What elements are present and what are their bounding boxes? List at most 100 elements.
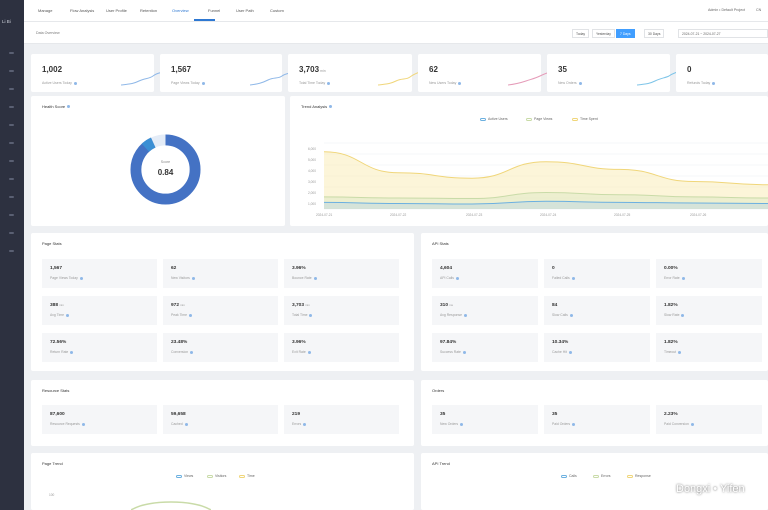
range-yesterday-button[interactable]: Yesterday bbox=[592, 29, 615, 38]
trend-plot bbox=[324, 142, 768, 210]
stat-value: 62 bbox=[171, 266, 177, 271]
kpi-card: 62 New Users Today bbox=[418, 54, 550, 92]
donut-label: Score bbox=[160, 160, 171, 164]
legend-item[interactable]: Calls bbox=[561, 474, 577, 478]
stat-cell: 2.23% Paid Conversion bbox=[656, 405, 762, 434]
language-switch[interactable]: CN bbox=[756, 8, 761, 12]
tab-overview[interactable]: Overview bbox=[172, 8, 189, 13]
info-icon[interactable] bbox=[464, 313, 467, 317]
sidebar-item-icon[interactable] bbox=[9, 232, 14, 234]
info-icon[interactable] bbox=[191, 276, 195, 280]
legend-item[interactable]: Response bbox=[627, 474, 651, 478]
sidebar-item-icon[interactable] bbox=[9, 214, 14, 216]
sidebar-item-icon[interactable] bbox=[9, 52, 14, 54]
tab-profile[interactable]: User Profile bbox=[106, 8, 127, 13]
tab-path[interactable]: User Path bbox=[236, 8, 254, 13]
info-icon[interactable] bbox=[712, 81, 716, 85]
filter-bar: Data Overview Today Yesterday 7 Days 30 … bbox=[24, 22, 768, 44]
range-today-button[interactable]: Today bbox=[572, 29, 590, 38]
info-icon[interactable] bbox=[572, 422, 576, 426]
info-icon[interactable] bbox=[571, 276, 575, 280]
stat-label: Return Rate bbox=[50, 350, 74, 354]
x-tick-label: 2024-07-26 bbox=[690, 213, 707, 217]
sparkline bbox=[378, 71, 420, 86]
info-icon[interactable] bbox=[455, 276, 459, 280]
stat-cell: 84 Slow Calls bbox=[544, 296, 650, 325]
info-icon[interactable] bbox=[578, 81, 582, 85]
range-7days-button[interactable]: 7 Days bbox=[616, 29, 635, 38]
stat-label: Page Views Today bbox=[50, 276, 83, 280]
info-icon[interactable] bbox=[73, 81, 77, 85]
info-icon[interactable] bbox=[303, 422, 307, 426]
info-icon[interactable] bbox=[681, 276, 685, 280]
info-icon[interactable] bbox=[458, 81, 462, 85]
kpi-value: 1,002 bbox=[42, 65, 63, 74]
stat-cell: 388min Avg Time bbox=[42, 296, 157, 325]
legend-item[interactable]: Page Views bbox=[526, 117, 552, 121]
info-icon[interactable] bbox=[462, 350, 466, 354]
info-icon[interactable] bbox=[568, 350, 572, 354]
stat-cell: 62 New Visitors bbox=[163, 259, 278, 288]
sidebar-item-icon[interactable] bbox=[9, 178, 14, 180]
info-icon[interactable] bbox=[569, 313, 573, 317]
legend-marker bbox=[239, 474, 245, 478]
donut-value: 0.84 bbox=[157, 168, 174, 177]
sidebar-item-icon[interactable] bbox=[9, 250, 14, 252]
info-icon[interactable] bbox=[66, 313, 70, 317]
legend-item[interactable]: Time Spent bbox=[572, 117, 598, 121]
sidebar-item-icon[interactable] bbox=[9, 70, 14, 72]
info-icon[interactable] bbox=[690, 422, 694, 426]
sidebar-item-icon[interactable] bbox=[9, 88, 14, 90]
kpi-card: 0 Refunds Today bbox=[676, 54, 768, 92]
info-icon[interactable] bbox=[70, 350, 74, 354]
info-icon[interactable] bbox=[460, 422, 464, 426]
tab-manage[interactable]: Manage bbox=[38, 8, 52, 13]
legend-item[interactable]: Active Users bbox=[480, 117, 508, 121]
legend-marker bbox=[572, 117, 578, 121]
info-icon[interactable] bbox=[327, 81, 331, 85]
sidebar-item-icon[interactable] bbox=[9, 142, 14, 144]
stat-label: Resource Requests bbox=[50, 422, 85, 426]
stat-value: 84 bbox=[552, 303, 558, 308]
info-icon[interactable] bbox=[67, 105, 71, 109]
info-icon[interactable] bbox=[309, 313, 313, 317]
x-tick-label: 2024-07-22 bbox=[390, 213, 407, 217]
stat-value: 23.48% bbox=[171, 340, 188, 345]
tab-flow[interactable]: Flow Analysis bbox=[70, 8, 94, 13]
info-icon[interactable] bbox=[81, 422, 85, 426]
date-range-picker[interactable]: 2024-07-21 ~ 2024-07-27 bbox=[678, 29, 768, 38]
tab-funnel[interactable]: Funnel bbox=[208, 8, 220, 13]
tab-retention[interactable]: Retention bbox=[140, 8, 157, 13]
info-icon[interactable] bbox=[678, 350, 682, 354]
section-title: Page Trend bbox=[42, 461, 63, 466]
legend-item[interactable]: Views bbox=[176, 474, 193, 478]
stat-cell: 3.96% Bounce Rate bbox=[284, 259, 399, 288]
sidebar-item-icon[interactable] bbox=[9, 106, 14, 108]
info-icon[interactable] bbox=[681, 313, 685, 317]
legend-item[interactable]: Visitors bbox=[207, 474, 226, 478]
sparkline bbox=[508, 71, 550, 86]
info-icon[interactable] bbox=[307, 350, 311, 354]
sidebar-item-icon[interactable] bbox=[9, 196, 14, 198]
info-icon[interactable] bbox=[329, 105, 333, 109]
stat-unit: ms bbox=[449, 303, 454, 307]
info-icon[interactable] bbox=[184, 422, 188, 426]
info-icon[interactable] bbox=[190, 350, 194, 354]
info-icon[interactable] bbox=[189, 313, 193, 317]
user-menu[interactable]: Admin • Default Project bbox=[708, 8, 745, 12]
legend-marker bbox=[593, 474, 599, 478]
stat-label: Bounce Rate bbox=[292, 276, 317, 280]
sidebar-item-icon[interactable] bbox=[9, 124, 14, 126]
legend-item[interactable]: Time bbox=[239, 474, 255, 478]
resource-stats-card: Resource Stats 87,600 Resource Requests 59… bbox=[31, 380, 414, 446]
legend-item[interactable]: Errors bbox=[593, 474, 611, 478]
info-icon[interactable] bbox=[313, 276, 317, 280]
tab-custom[interactable]: Custom bbox=[270, 8, 284, 13]
legend-marker bbox=[561, 474, 567, 478]
range-30days-button[interactable]: 30 Days bbox=[644, 29, 665, 38]
info-icon[interactable] bbox=[201, 81, 205, 85]
sidebar-item-icon[interactable] bbox=[9, 160, 14, 162]
watermark: Dongxi • Yifen bbox=[676, 483, 745, 495]
stat-cell: 3,703min Total Time bbox=[284, 296, 399, 325]
info-icon[interactable] bbox=[79, 276, 83, 280]
